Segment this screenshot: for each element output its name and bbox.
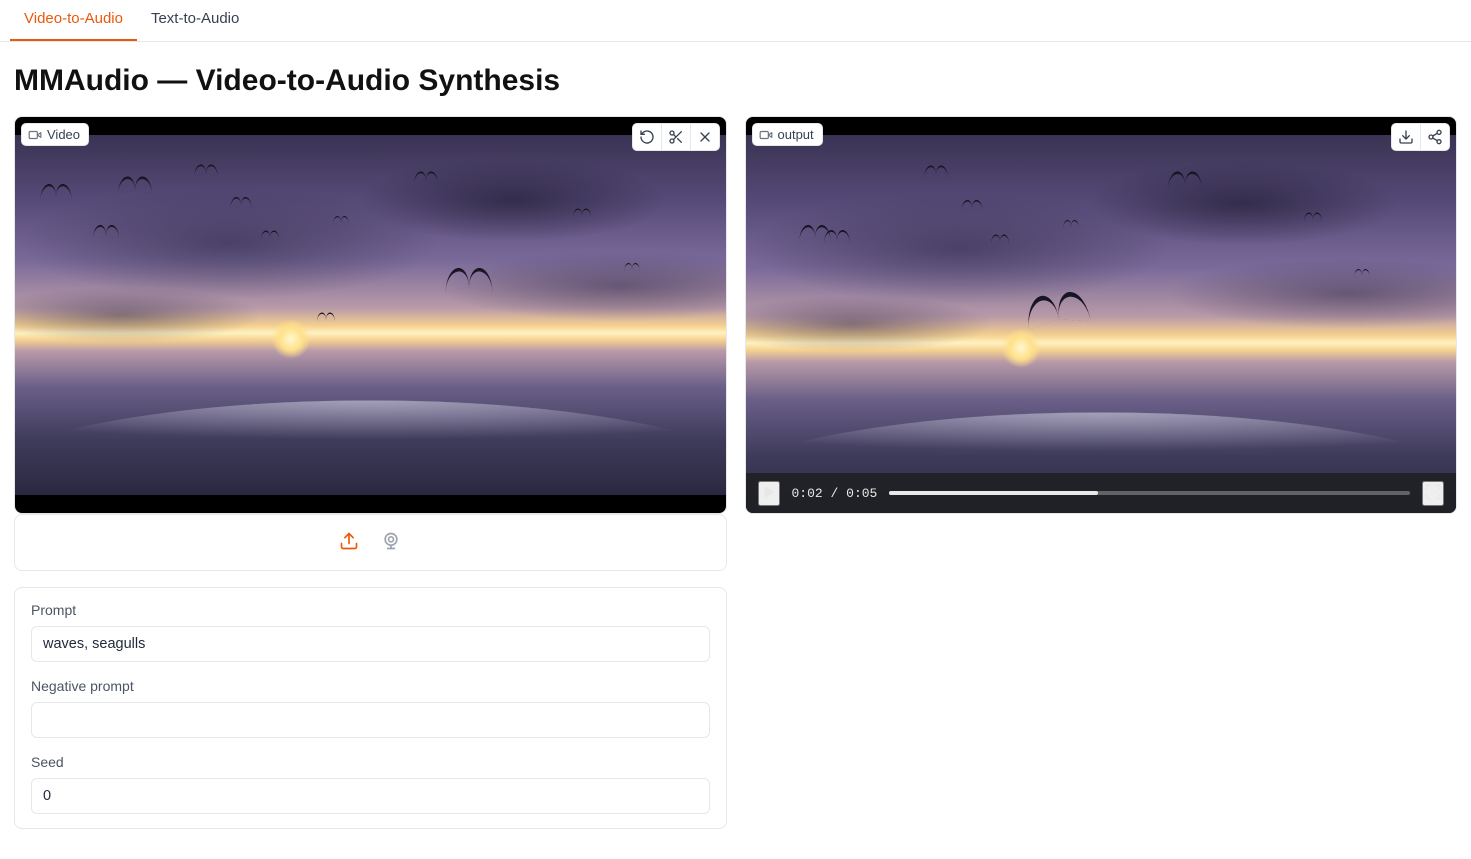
page-title: MMAudio — Video-to-Audio Synthesis [14,64,1457,98]
video-icon [28,128,42,142]
bird-icon [260,230,278,237]
tab-text-to-audio[interactable]: Text-to-Audio [137,0,253,41]
current-time: 0:02 [792,486,823,501]
form-panel: Prompt Negative prompt Seed [14,587,727,829]
output-video-label-text: output [778,127,814,142]
output-video-actions [1391,123,1450,151]
tabs: Video-to-Audio Text-to-Audio [0,0,1471,42]
close-icon [697,129,713,145]
scissors-icon [668,129,684,145]
seek-progress [889,491,1097,495]
clear-button[interactable] [691,124,719,150]
input-video-actions [632,123,720,151]
duration: 0:05 [846,486,877,501]
input-video-label-text: Video [47,127,80,142]
bird-icon [1168,171,1202,184]
bird-icon [924,166,947,175]
input-video-panel[interactable]: Video [14,116,727,514]
bird-icon [231,197,252,205]
share-icon [1427,129,1443,145]
bird-icon [624,263,640,269]
bird-icon [824,230,850,240]
download-icon [1398,129,1414,145]
share-button[interactable] [1421,124,1449,150]
undo-icon [639,129,655,145]
output-video-preview [746,135,1457,513]
bird-icon [93,225,119,235]
bird-icon [1355,269,1371,275]
bird-icon [1304,212,1322,219]
webcam-button[interactable] [377,527,405,558]
bird-icon [961,200,982,208]
video-icon [759,128,773,142]
bird-icon [333,216,349,222]
video-controls: 0:02 / 0:05 [746,473,1457,513]
prompt-input[interactable] [31,626,710,662]
download-button[interactable] [1392,124,1421,150]
bird-icon [1063,220,1079,226]
bird-icon [414,172,437,181]
upload-row-panel [14,514,727,571]
upload-button[interactable] [335,527,363,558]
seek-track[interactable] [889,491,1410,495]
negative-prompt-input[interactable] [31,702,710,738]
undo-button[interactable] [633,124,662,150]
seed-input[interactable] [31,778,710,814]
play-button[interactable] [758,481,780,506]
input-video-label: Video [21,123,89,146]
playback-time: 0:02 / 0:05 [792,486,878,501]
bird-icon [41,184,72,196]
upload-icon [339,531,359,551]
bird-icon [317,313,335,320]
trim-button[interactable] [662,124,691,150]
fullscreen-button[interactable] [1422,481,1444,506]
bird-icon [991,235,1009,242]
tab-video-to-audio[interactable]: Video-to-Audio [10,0,137,41]
negative-prompt-label: Negative prompt [31,678,710,694]
input-video-preview [15,135,726,495]
output-video-label: output [752,123,823,146]
bird-icon [445,268,492,286]
bird-icon [194,164,217,173]
fullscreen-icon [1424,483,1442,501]
play-icon [760,483,778,501]
webcam-icon [381,531,401,551]
seed-label: Seed [31,754,710,770]
bird-icon [118,177,152,190]
output-video-panel[interactable]: output [745,116,1458,514]
bird-icon [573,209,591,216]
prompt-label: Prompt [31,602,710,618]
